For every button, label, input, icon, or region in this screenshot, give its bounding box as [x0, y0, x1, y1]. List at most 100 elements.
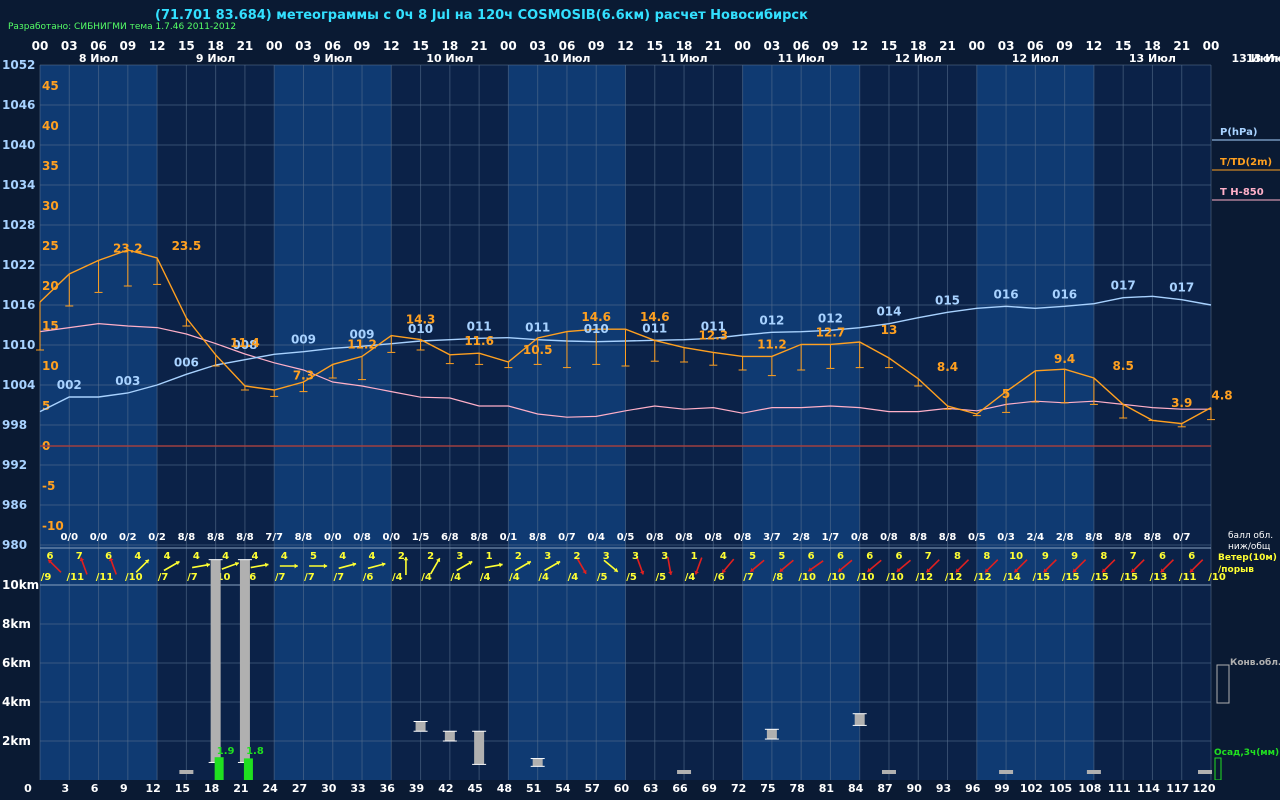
top-hour-label: 18: [676, 39, 693, 53]
wind-speed-label: 4: [222, 551, 229, 562]
temp-tick-label: 25: [42, 239, 59, 253]
wind-speed-label: 3: [632, 551, 639, 562]
wind-speed-label: 9: [1071, 551, 1078, 562]
wind-gust-label: /10: [798, 572, 816, 583]
top-hour-label: 06: [793, 39, 810, 53]
pressure-tick-label: 986: [2, 498, 27, 512]
top-hour-label: 15: [178, 39, 195, 53]
top-hour-label: 09: [1056, 39, 1073, 53]
wind-gust-label: /5: [626, 572, 637, 583]
wind-gust-label: /7: [333, 572, 344, 583]
wind-gust-label: /4: [685, 572, 696, 583]
cloud-cover-label: 0/2: [119, 532, 137, 543]
cloud-cover-label: 8/8: [939, 532, 957, 543]
wind-gust-label: /4: [451, 572, 462, 583]
cloud-cover-label: 0/0: [383, 532, 401, 543]
temperature-data-label: 10.5: [523, 343, 553, 357]
bottom-hour-label: 84: [848, 782, 864, 795]
cloud-cover-label: 8/8: [207, 532, 225, 543]
date-label: 11 Июл: [661, 52, 708, 65]
temperature-data-label: 23.2: [113, 241, 143, 255]
bottom-hour-label: 75: [760, 782, 775, 795]
conv-cloud-bar: [532, 758, 543, 767]
wind-speed-label: 6: [808, 551, 815, 562]
conv-cloud-low: [677, 770, 692, 774]
wind-speed-label: 4: [369, 551, 376, 562]
wind-speed-label: 8: [983, 551, 990, 562]
pressure-data-label: 011: [525, 321, 550, 335]
date-label: 12 Июл: [895, 52, 942, 65]
cloud-legend: балл обл.: [1228, 531, 1273, 541]
cloud-cover-label: 0/8: [734, 532, 752, 543]
wind-gust-label: /12: [945, 572, 963, 583]
date-label: 13 Июл: [1129, 52, 1176, 65]
wind-gust-label: /10: [857, 572, 875, 583]
wind-speed-label: 8: [954, 551, 961, 562]
bottom-hour-label: 51: [526, 782, 541, 795]
top-hour-label: 00: [968, 39, 985, 53]
temperature-data-label: 11.2: [757, 337, 787, 351]
bottom-hour-label: 42: [438, 782, 453, 795]
cloud-cover-label: 0/8: [675, 532, 693, 543]
wind-speed-label: 7: [925, 551, 932, 562]
bottom-hour-label: 111: [1108, 782, 1131, 795]
top-hour-label: 15: [646, 39, 663, 53]
wind-speed-label: 8: [1100, 551, 1107, 562]
wind-gust-label: /6: [363, 572, 374, 583]
pressure-tick-label: 1022: [2, 258, 35, 272]
cloud-cover-label: 8/8: [1085, 532, 1103, 543]
wind-gust-label: /7: [275, 572, 286, 583]
top-hour-label: 15: [881, 39, 898, 53]
temperature-data-label: 23.5: [172, 239, 202, 253]
temperature-data-label: 5: [1002, 387, 1010, 401]
temperature-data-label: 9.4: [1054, 352, 1075, 366]
temperature-data-label: 11.6: [464, 334, 494, 348]
cloud-cover-label: 1/5: [412, 532, 430, 543]
wind-gust-label: /15: [1120, 572, 1138, 583]
wind-speed-label: 5: [778, 551, 785, 562]
wind-gust-label: /15: [1091, 572, 1109, 583]
temperature-data-label: 12.7: [816, 325, 846, 339]
wind-speed-label: 4: [281, 551, 288, 562]
wind-speed-label: 5: [749, 551, 756, 562]
wind-speed-label: 2: [515, 551, 522, 562]
wind-gust-label: /11: [66, 572, 84, 583]
top-hour-label: 12: [149, 39, 166, 53]
pressure-data-label: 012: [759, 313, 784, 327]
top-hour-label: 18: [910, 39, 927, 53]
height-tick-label: 8km: [2, 617, 31, 631]
wind-gust-label: /14: [1003, 572, 1021, 583]
cloud-cover-label: 0/2: [148, 532, 166, 543]
pressure-data-label: 003: [115, 374, 140, 388]
date-label: 9 Июл: [313, 52, 352, 65]
height-tick-label: 2km: [2, 734, 31, 748]
bottom-hour-label: 72: [731, 782, 746, 795]
precip-legend: Осад,3ч(мм): [1214, 748, 1279, 758]
top-hour-label: 21: [705, 39, 722, 53]
temperature-data-label: 14.6: [640, 310, 670, 324]
conv-legend-box: [1216, 664, 1230, 704]
legend-entry: T/TD(2m): [1220, 157, 1272, 168]
precip-label: 1.8: [246, 746, 264, 757]
wind-speed-label: 2: [573, 551, 580, 562]
cloud-cover-label: 3/7: [763, 532, 781, 543]
temperature-data-label: 4.8: [1211, 389, 1232, 403]
temperature-data-label: 11.4: [230, 336, 260, 350]
wind-gust-label: /8: [773, 572, 784, 583]
cloud-cover-label: 2/8: [1056, 532, 1074, 543]
wind-gust-label: /12: [915, 572, 933, 583]
wind-speed-label: 2: [427, 551, 434, 562]
bottom-hour-label: 24: [263, 782, 279, 795]
bottom-hour-label: 96: [965, 782, 981, 795]
cloud-cover-label: 0/7: [1173, 532, 1191, 543]
cloud-cover-label: 0/8: [705, 532, 723, 543]
temperature-data-label: 8.4: [937, 360, 958, 374]
wind-gust-label: /4: [392, 572, 403, 583]
top-hour-label: 09: [822, 39, 839, 53]
temperature-data-label: 8.5: [1113, 359, 1134, 373]
pressure-tick-label: 980: [2, 538, 27, 552]
wind-gust-label: /11: [96, 572, 114, 583]
bottom-hour-label: 90: [907, 782, 923, 795]
wind-gust-label: /7: [158, 572, 169, 583]
top-hour-label: 18: [207, 39, 224, 53]
